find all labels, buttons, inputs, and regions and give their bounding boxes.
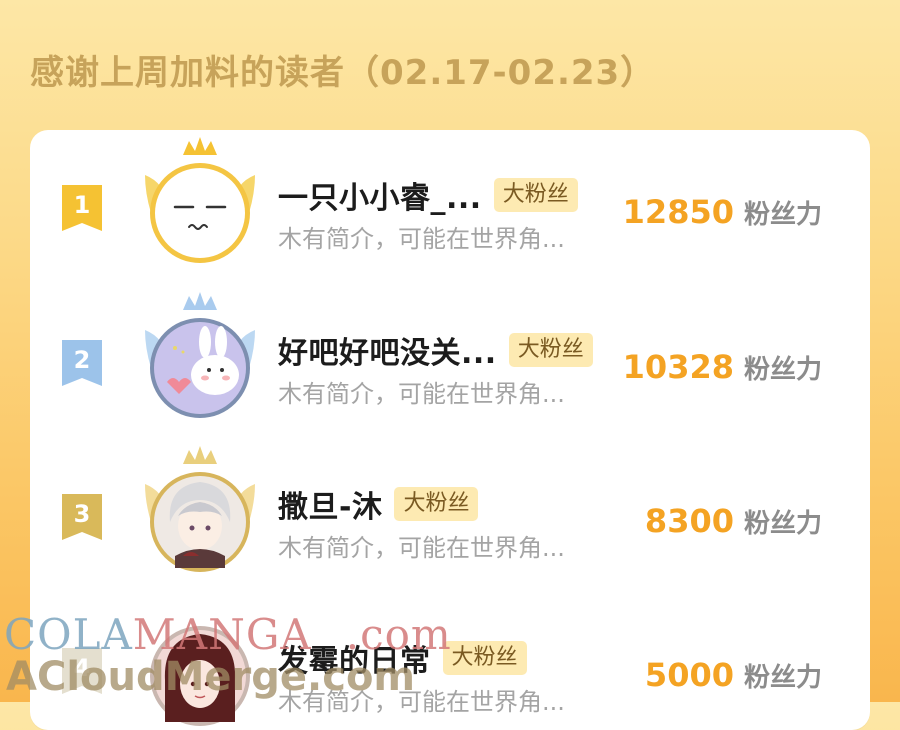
reader-bio: 木有简介，可能在世界角... xyxy=(278,688,565,716)
page-title: 感谢上周加料的读者（02.17-02.23） xyxy=(30,53,656,93)
anime-girl-avatar-icon[interactable] xyxy=(125,598,275,730)
rank-badge-icon: 2 xyxy=(60,338,104,390)
reader-name-line: 好吧好吧没关... 大粉丝 xyxy=(278,330,593,371)
list-item[interactable]: 2 好吧好吧没关... 大粉丝 木有简介，可能在世界角... 10328 粉丝力 xyxy=(30,290,870,440)
fan-power-unit: 粉丝力 xyxy=(743,509,822,539)
fan-power-value: 12850 xyxy=(622,193,734,231)
reader-name: 发霉的日常 xyxy=(278,644,431,679)
rank-badge-icon: 3 xyxy=(60,492,104,544)
svg-text:2: 2 xyxy=(74,346,91,374)
reader-bio: 木有简介，可能在世界角... xyxy=(278,380,565,408)
fan-level-badge: 大粉丝 xyxy=(394,487,479,521)
fan-level-badge: 大粉丝 xyxy=(442,641,527,675)
svg-text:1: 1 xyxy=(74,191,91,219)
reader-name: 好吧好吧没关... xyxy=(278,336,497,371)
fan-power-unit: 粉丝力 xyxy=(743,355,822,385)
reader-name: 一只小小睿_... xyxy=(278,181,482,216)
list-item[interactable]: 3 撒旦-沐 大粉丝 木有简介，可能在世界角... 8300 粉丝力 xyxy=(30,444,870,594)
fan-level-badge: 大粉丝 xyxy=(493,178,578,212)
fan-power-value: 8300 xyxy=(644,502,734,540)
fan-power-value: 5000 xyxy=(644,656,734,694)
svg-text:4: 4 xyxy=(74,654,91,682)
fan-power: 10328 粉丝力 xyxy=(623,348,822,386)
fan-power-unit: 粉丝力 xyxy=(743,663,822,693)
fan-level-badge: 大粉丝 xyxy=(508,333,593,367)
reader-name-line: 撒旦-沐 大粉丝 xyxy=(278,484,479,525)
sleepy-face-avatar-icon[interactable] xyxy=(125,135,275,285)
list-item[interactable]: 1 一只小小睿_... 大粉丝 木有简介，可能在世界角... 12850 粉丝力 xyxy=(30,135,870,285)
reader-bio: 木有简介，可能在世界角... xyxy=(278,534,565,562)
fan-power: 8300 粉丝力 xyxy=(645,502,822,540)
list-item[interactable]: 4 发霉的日常 大粉丝 木有简介，可能在世界角... 5000 粉丝力 xyxy=(30,598,870,730)
fan-power: 5000 粉丝力 xyxy=(645,656,822,694)
reader-name-line: 发霉的日常 大粉丝 xyxy=(278,638,527,679)
reader-bio: 木有简介，可能在世界角... xyxy=(278,225,565,253)
page: 感谢上周加料的读者（02.17-02.23） 1 一只小小睿_... 大粉丝 木… xyxy=(0,0,900,730)
anime-boy-avatar-icon[interactable] xyxy=(125,444,275,594)
fan-power-value: 10328 xyxy=(622,348,734,386)
reader-name: 撒旦-沐 xyxy=(278,490,383,525)
reader-ranking-list: 1 一只小小睿_... 大粉丝 木有简介，可能在世界角... 12850 粉丝力… xyxy=(30,130,870,730)
svg-text:3: 3 xyxy=(74,500,91,528)
rank-badge-icon: 1 xyxy=(60,183,104,235)
rank-badge-icon: 4 xyxy=(60,646,104,698)
fan-power: 12850 粉丝力 xyxy=(623,193,822,231)
bunny-avatar-icon[interactable] xyxy=(125,290,275,440)
fan-power-unit: 粉丝力 xyxy=(743,200,822,230)
reader-name-line: 一只小小睿_... 大粉丝 xyxy=(278,175,578,216)
